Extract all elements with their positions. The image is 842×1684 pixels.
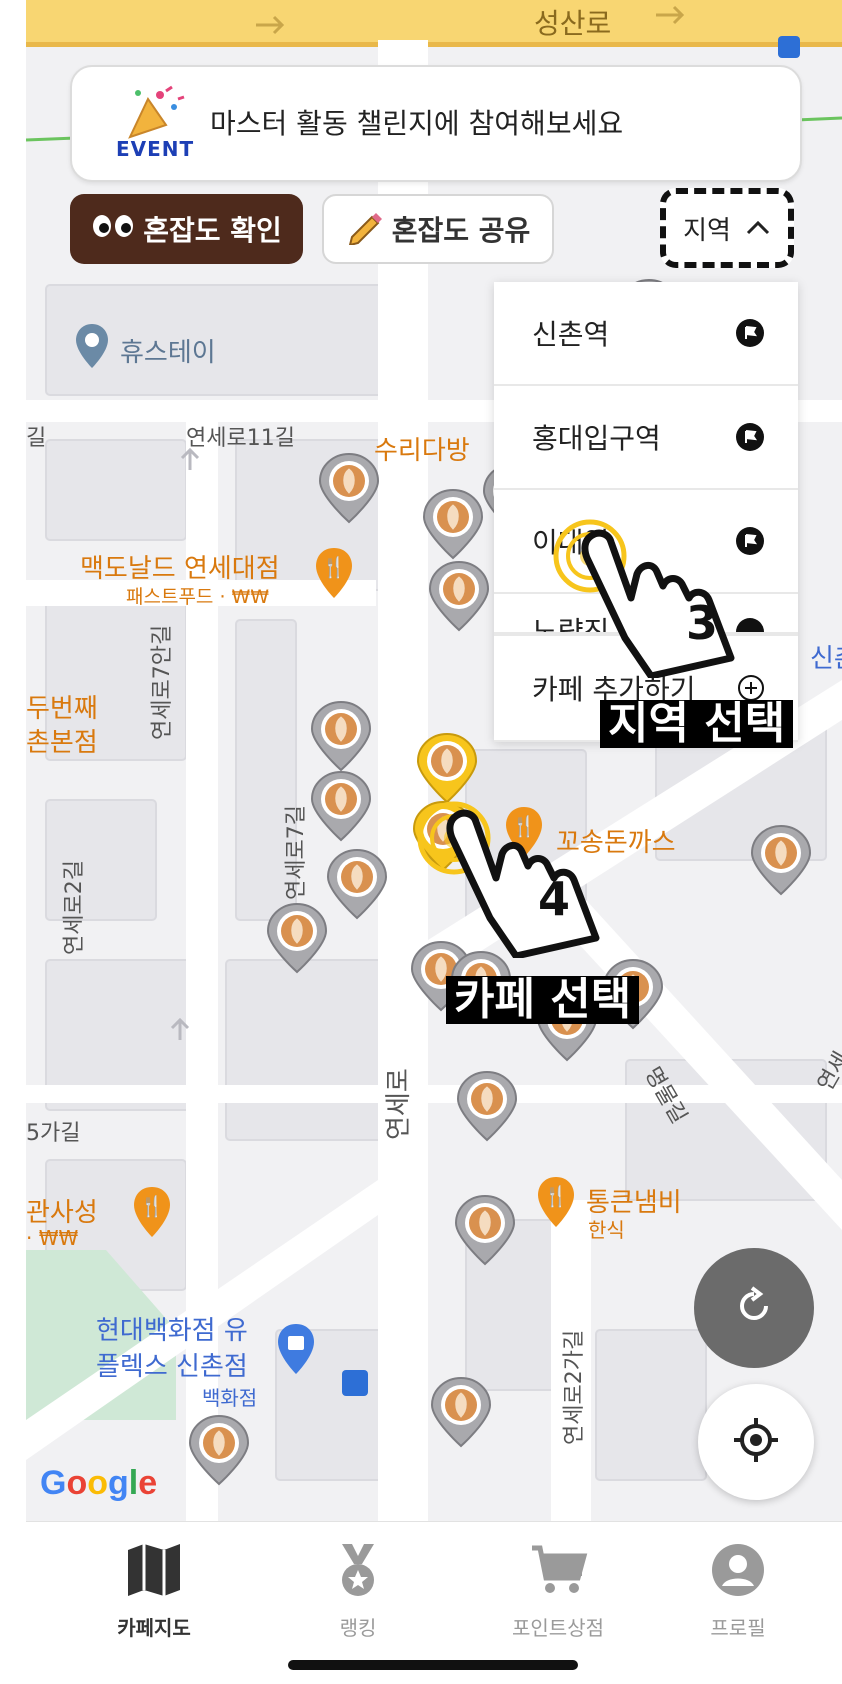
- hand-pointer-icon: [571, 528, 771, 682]
- restaurant-pin-icon: 🍴: [132, 1185, 172, 1243]
- google-logo: Google: [40, 1464, 158, 1502]
- svg-text:🍴: 🍴: [322, 555, 347, 579]
- step-3-caption: 지역 선택: [600, 700, 794, 748]
- tab-profile[interactable]: 프로필: [648, 1542, 828, 1641]
- tab-cafe-map[interactable]: 카페지도: [64, 1542, 244, 1641]
- tab-ranking[interactable]: 랭킹: [268, 1542, 448, 1641]
- refresh-button[interactable]: [694, 1248, 814, 1368]
- congestion-check-button[interactable]: 혼잡도 확인: [70, 194, 303, 264]
- place-second-2[interactable]: 촌본점: [26, 722, 98, 759]
- event-badge: EVENT: [116, 137, 195, 161]
- tab-label: 프로필: [710, 1616, 766, 1640]
- my-location-button[interactable]: [698, 1384, 814, 1500]
- cart-icon: [528, 1542, 588, 1598]
- eyes-icon: [91, 213, 135, 246]
- place-sinchon-edge: 신촌: [810, 644, 842, 674]
- cafe-marker[interactable]: [318, 452, 380, 524]
- place-tongkeun-sub: 한식: [588, 1218, 625, 1242]
- congestion-share-button[interactable]: 혼잡도 공유: [322, 194, 554, 264]
- step-4-number: 4: [538, 872, 571, 926]
- region-dropdown-button[interactable]: 지역: [660, 188, 794, 268]
- chevron-up-icon: [745, 213, 771, 243]
- restaurant-pin-icon: 🍴: [536, 1175, 576, 1233]
- cafe-marker[interactable]: [266, 902, 328, 974]
- road-yonsei7an: 연세로7안길: [150, 624, 175, 740]
- place-hyundai-1[interactable]: 현대백화점 유: [96, 1310, 248, 1347]
- road-seongsan: 성산로: [534, 7, 612, 40]
- svg-text:🍴: 🍴: [140, 1194, 165, 1218]
- place-mcdonalds-sub: 패스트푸드 · ₩₩: [126, 586, 270, 608]
- road-yonsei7: 연세로7길: [284, 805, 309, 900]
- place-gwansa[interactable]: 관사성: [26, 1192, 98, 1229]
- pencil-icon: [346, 207, 384, 252]
- event-text: 마스터 활동 챌린지에 참여해보세요: [210, 107, 624, 140]
- place-gwansa-sub: · ₩₩: [26, 1226, 79, 1250]
- step-3-number: 3: [686, 596, 719, 650]
- cafe-marker[interactable]: [750, 824, 812, 896]
- congestion-check-label: 혼잡도 확인: [143, 214, 282, 247]
- cafe-marker[interactable]: [310, 700, 372, 772]
- tab-point-shop[interactable]: 포인트상점: [468, 1542, 648, 1641]
- road-5ga: 5가길: [26, 1121, 81, 1146]
- road-yonsei2: 연세로2길: [62, 860, 87, 955]
- congestion-share-label: 혼잡도 공유: [391, 214, 531, 247]
- event-banner[interactable]: EVENT 마스터 활동 챌린지에 참여해보세요: [70, 65, 802, 182]
- medal-icon: [328, 1542, 388, 1598]
- app-screen: 휴스테이 수리다방 맥도날드 연세대점 패스트푸드 · ₩₩ 🍴 두번째 촌본점…: [26, 0, 842, 1684]
- road-gil: 길: [26, 426, 47, 451]
- cafe-marker[interactable]: [456, 1070, 518, 1142]
- cafe-marker[interactable]: [310, 770, 372, 842]
- road-yonsei11: 연세로11길: [186, 426, 295, 451]
- road-yonsei2ga: 연세로2가길: [562, 1329, 587, 1445]
- cafe-marker[interactable]: [430, 1376, 492, 1448]
- region-item-label: 신촌역: [532, 318, 610, 351]
- place-hyundai-sub: 백화점: [202, 1386, 258, 1410]
- shopping-pin-icon: [276, 1322, 316, 1380]
- cafe-marker[interactable]: [428, 560, 490, 632]
- place-mcdonalds[interactable]: 맥도날드 연세대점: [80, 548, 280, 585]
- cafe-marker[interactable]: [422, 488, 484, 560]
- crosshair-icon: [732, 1416, 780, 1468]
- tab-label: 포인트상점: [512, 1616, 604, 1640]
- home-indicator: [288, 1660, 578, 1670]
- refresh-icon: [732, 1284, 776, 1332]
- place-hue-stay[interactable]: 휴스테이: [120, 332, 216, 369]
- cafe-marker[interactable]: [188, 1414, 250, 1486]
- place-second-1[interactable]: 두번째: [26, 688, 98, 725]
- restaurant-pin-icon: 🍴: [314, 546, 354, 604]
- hand-pointer-icon: [436, 808, 636, 962]
- flag-icon: [736, 319, 764, 347]
- region-label: 지역: [683, 215, 731, 246]
- map-icon: [124, 1542, 184, 1598]
- cafe-marker[interactable]: [454, 1194, 516, 1266]
- road-yonseiro: 연세로: [384, 1068, 414, 1140]
- flag-icon: [736, 423, 764, 451]
- place-hyundai-2[interactable]: 플렉스 신촌점: [96, 1346, 248, 1383]
- region-item[interactable]: 홍대입구역: [494, 386, 798, 490]
- place-suri-dabang[interactable]: 수리다방: [374, 430, 470, 467]
- tab-label: 카페지도: [117, 1616, 191, 1640]
- profile-icon: [708, 1542, 768, 1598]
- tab-label: 랭킹: [339, 1616, 377, 1640]
- region-item[interactable]: 신촌역: [494, 282, 798, 386]
- step-4-caption: 카페 선택: [446, 976, 640, 1024]
- cafe-marker-highlighted[interactable]: [416, 732, 478, 804]
- cafe-marker[interactable]: [326, 848, 388, 920]
- location-pin-icon: [74, 322, 110, 374]
- svg-text:🍴: 🍴: [544, 1184, 569, 1208]
- region-item-label: 홍대입구역: [532, 422, 661, 455]
